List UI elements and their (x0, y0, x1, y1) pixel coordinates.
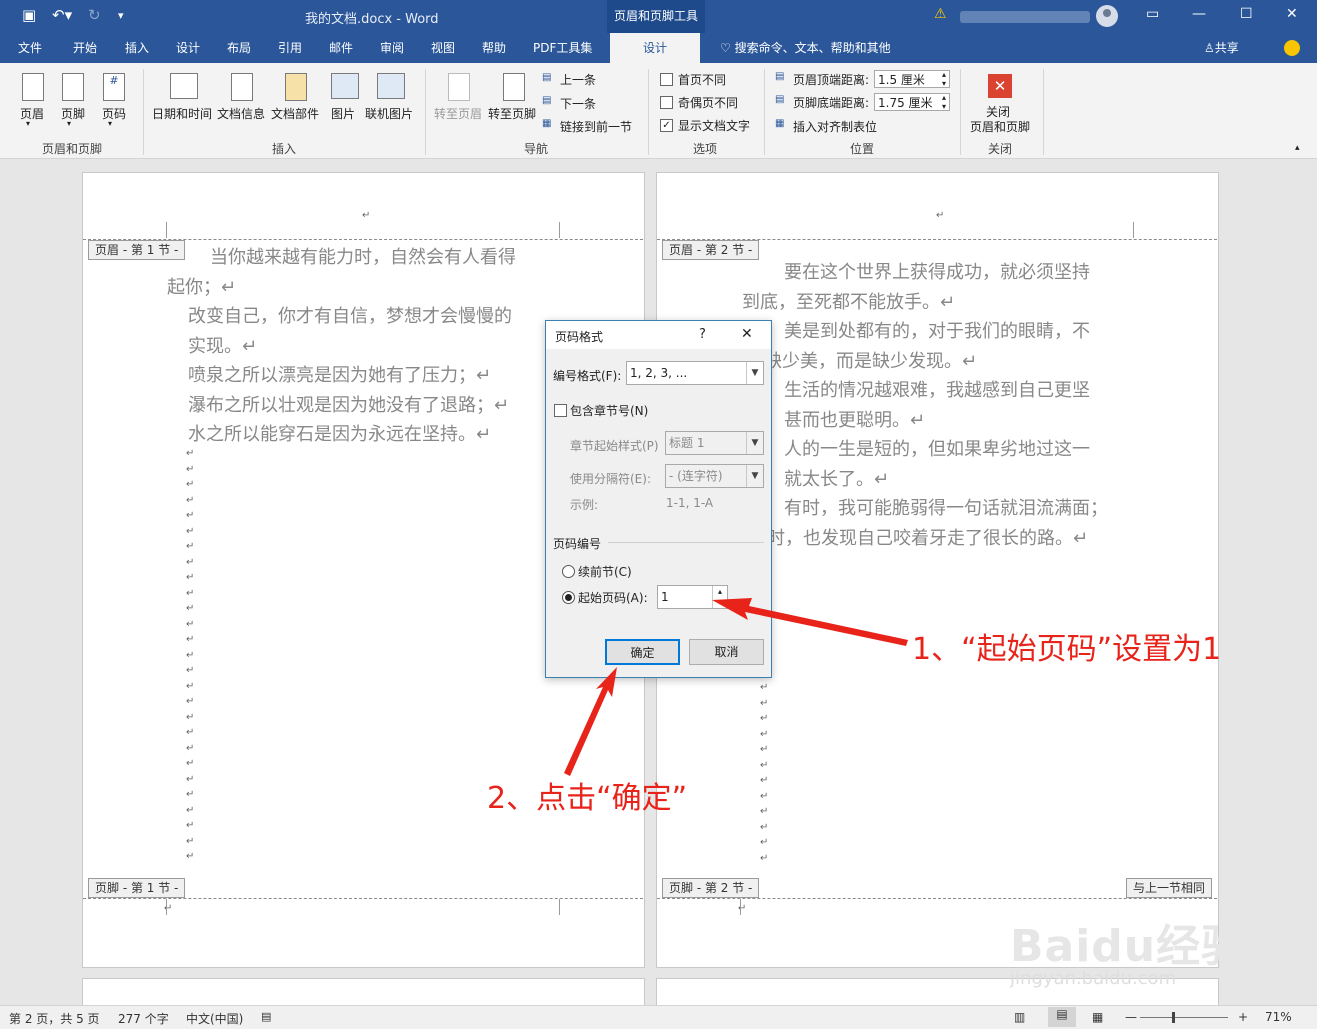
word-count[interactable]: 277 个字 (118, 1010, 169, 1027)
arrow-to-ok-button (564, 667, 617, 776)
print-layout-icon[interactable]: ▤ (1048, 1007, 1076, 1027)
annotation-step-1: 1、“起始页码”设置为1 (912, 632, 1222, 667)
annotation-step-2: 2、点击“确定” (487, 781, 688, 816)
arrow-to-start-page (712, 598, 908, 646)
status-bar: 第 2 页，共 5 页 277 个字 中文(中国) ▤ ▥ ▤ ▦ — + 71… (0, 1005, 1317, 1029)
zoom-level[interactable]: 71% (1265, 1010, 1292, 1024)
language[interactable]: 中文(中国) (186, 1010, 243, 1027)
zoom-slider-thumb[interactable] (1172, 1012, 1175, 1023)
page-count[interactable]: 第 2 页，共 5 页 (9, 1010, 100, 1027)
zoom-in-icon[interactable]: + (1238, 1010, 1248, 1024)
annotation-arrows (564, 598, 908, 776)
zoom-slider[interactable] (1140, 1017, 1228, 1018)
macro-icon[interactable]: ▤ (261, 1010, 271, 1023)
zoom-out-icon[interactable]: — (1125, 1010, 1137, 1024)
web-layout-icon[interactable]: ▦ (1092, 1010, 1103, 1024)
read-mode-icon[interactable]: ▥ (1014, 1010, 1025, 1024)
